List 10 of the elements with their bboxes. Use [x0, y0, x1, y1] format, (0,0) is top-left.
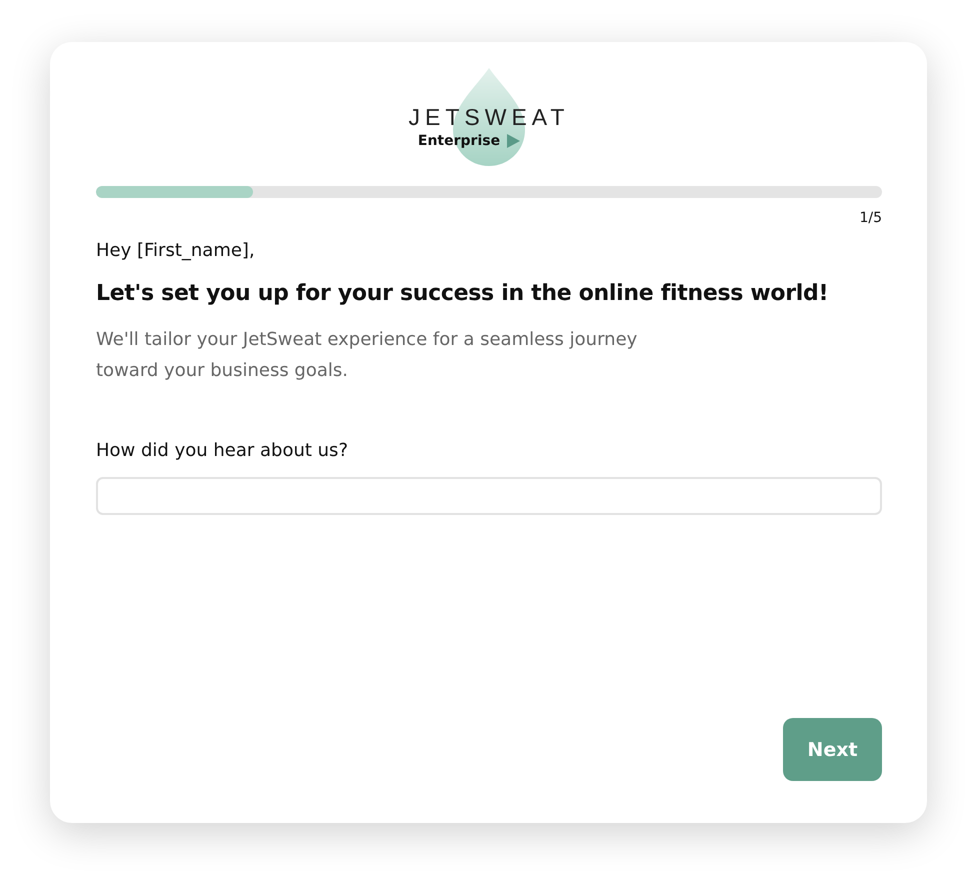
greeting-text: Hey [First_name], [96, 240, 256, 261]
intro-text: We'll tailor your JetSweat experience for a seamless journey toward your business goals. [96, 328, 638, 383]
logo-subtitle: Enterprise [418, 133, 500, 149]
input-field[interactable] [96, 477, 882, 515]
play-icon [506, 134, 520, 148]
next-button[interactable]: Next [783, 718, 882, 781]
logo-wordmark: JETSWEAT [408, 104, 570, 131]
heading: Let's set you up for your success in the online fitness world! [96, 281, 830, 306]
step-counter: 1/5 [859, 210, 882, 226]
question-label: How did you hear about us? [96, 440, 349, 461]
